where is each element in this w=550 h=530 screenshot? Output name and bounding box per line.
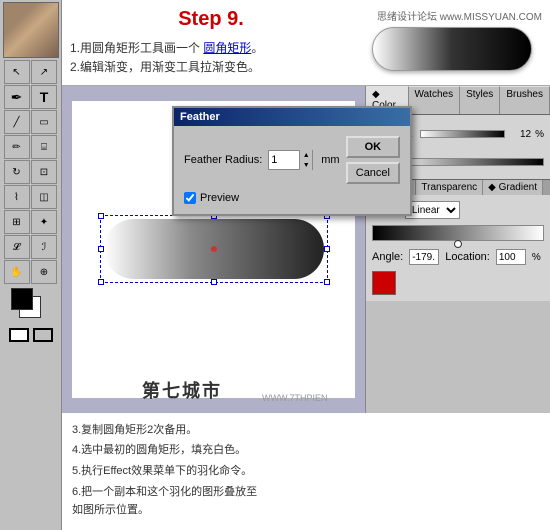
- k-slider-row: K 12 %: [406, 129, 544, 140]
- dialog-buttons: OK Cancel: [346, 136, 400, 184]
- foreground-color-box[interactable]: [11, 288, 33, 310]
- handle-mr[interactable]: [324, 246, 330, 252]
- pencil-tool[interactable]: ✏: [4, 135, 30, 159]
- angle-row: Angle: Location: %: [372, 249, 544, 265]
- fill-icon[interactable]: [9, 328, 29, 342]
- color-slider-group: K 12 %: [406, 129, 544, 142]
- direct-select-tool[interactable]: ↗: [31, 60, 57, 84]
- feather-radius-input[interactable]: [269, 154, 299, 166]
- stroke-fill-icons: [9, 328, 53, 342]
- mesh-tool[interactable]: ⊞: [4, 210, 30, 234]
- tab-gradient[interactable]: ◆ Gradient: [483, 180, 543, 195]
- angle-label: Angle:: [372, 251, 403, 263]
- gradient-red-swatch[interactable]: [372, 271, 396, 295]
- top-section: Step 9. 1.用圆角矩形工具画一个 圆角矩形。 2.编辑渐变，用渐变工具拉…: [62, 0, 550, 86]
- location-pct: %: [532, 252, 541, 263]
- canvas-url-text: WWW.7THPIEN: [262, 393, 328, 403]
- feather-dialog-body: Feather Radius: ▲ ▼ mm OK: [174, 126, 410, 214]
- canvas-area: 第七城市 WWW.7THPIEN Feather Feather Radius:: [62, 86, 365, 412]
- tab-styles[interactable]: Styles: [460, 86, 500, 114]
- warp-tool[interactable]: ⌇: [4, 185, 30, 209]
- scale-tool[interactable]: ⊡: [31, 160, 57, 184]
- location-label: Location:: [445, 251, 490, 263]
- step-text-2: 2.编辑渐变，用渐变工具拉渐变色。: [70, 58, 352, 77]
- zoom-tool[interactable]: ⊕: [31, 260, 57, 284]
- feather-unit: mm: [321, 154, 339, 166]
- feather-radius-input-group: ▲ ▼: [268, 150, 313, 170]
- bottom-section: 3.复制圆角矩形2次备用。 4.选中最初的圆角矩形，填充白色。 5.执行Effe…: [62, 413, 550, 530]
- instruction-6: 6.把一个副本和这个羽化的图形叠放至如图所示位置。: [72, 483, 540, 520]
- k-pct: %: [535, 129, 544, 140]
- handle-br[interactable]: [324, 279, 330, 285]
- gradient-swatch-row: [372, 271, 544, 295]
- brush-tool[interactable]: ⌸: [31, 135, 57, 159]
- feather-dialog-titlebar: Feather: [174, 108, 410, 126]
- step-text-1: 1.用圆角矩形工具画一个 圆角矩形。: [70, 39, 352, 58]
- arrow-tool[interactable]: ↖: [4, 60, 30, 84]
- k-slider[interactable]: [420, 130, 505, 138]
- feather-radius-label: Feather Radius:: [184, 154, 262, 166]
- feather-dialog-title: Feather: [180, 111, 220, 123]
- handle-bl[interactable]: [98, 279, 104, 285]
- cancel-button[interactable]: Cancel: [346, 162, 400, 184]
- type-tool[interactable]: T: [31, 85, 57, 109]
- tab-brushes[interactable]: Brushes: [500, 86, 550, 114]
- spinner: ▲ ▼: [299, 150, 312, 170]
- eyedropper-tool[interactable]: 𝓛: [4, 235, 30, 259]
- handle-bc[interactable]: [211, 279, 217, 285]
- avatar: [3, 2, 59, 58]
- preview-checkbox[interactable]: [184, 192, 196, 204]
- bottom-instructions: 3.复制圆角矩形2次备用。 4.选中最初的圆角矩形，填充白色。 5.执行Effe…: [62, 413, 550, 530]
- instruction-3: 3.复制圆角矩形2次备用。: [72, 421, 540, 440]
- measure-tool[interactable]: ℐ: [31, 235, 57, 259]
- blend-tool[interactable]: ✦: [31, 210, 57, 234]
- k-value: 12: [509, 129, 531, 140]
- tab-transparency[interactable]: Transparenc: [416, 180, 483, 195]
- canvas-cn-text: 第七城市: [142, 377, 222, 403]
- spinner-up[interactable]: ▲: [300, 150, 312, 160]
- rect-tool[interactable]: ▭: [31, 110, 57, 134]
- step-title: Step 9.: [70, 8, 352, 31]
- middle-section: 第七城市 WWW.7THPIEN Feather Feather Radius:: [62, 86, 550, 412]
- content-area: Step 9. 1.用圆角矩形工具画一个 圆角矩形。 2.编辑渐变，用渐变工具拉…: [62, 0, 550, 530]
- highlight-rounded-rect: 圆角矩形: [203, 41, 251, 55]
- left-toolbar: ↖ ↗ ✒ T ╱ ▭ ✏ ⌸ ↻ ⊡ ⌇ ◫ ⊞ ✦ 𝓛 ℐ ✋ ⊕: [0, 0, 62, 530]
- location-input[interactable]: [496, 249, 526, 265]
- angle-input[interactable]: [409, 249, 439, 265]
- hand-tool[interactable]: ✋: [4, 260, 30, 284]
- line-tool[interactable]: ╱: [4, 110, 30, 134]
- tool-group: ↖ ↗ ✒ T ╱ ▭ ✏ ⌸ ↻ ⊡ ⌇ ◫ ⊞ ✦ 𝓛 ℐ ✋ ⊕: [4, 60, 58, 284]
- gradient-tool[interactable]: ◫: [31, 185, 57, 209]
- color-swatch-group: [11, 288, 51, 324]
- gradient-bar[interactable]: [372, 225, 544, 241]
- instruction-5: 5.执行Effect效果菜单下的羽化命令。: [72, 462, 540, 481]
- spinner-down[interactable]: ▼: [300, 160, 312, 170]
- tab-watches[interactable]: Watches: [409, 86, 461, 114]
- handle-tl[interactable]: [98, 213, 104, 219]
- preview-row: Preview: [184, 192, 400, 204]
- ok-button[interactable]: OK: [346, 136, 400, 158]
- rotate-tool[interactable]: ↻: [4, 160, 30, 184]
- feather-radius-row: Feather Radius: ▲ ▼ mm OK: [184, 136, 400, 184]
- stroke-icon[interactable]: [33, 328, 53, 342]
- watermark-text: 思绪设计论坛 www.MISSYUAN.COM: [377, 8, 542, 23]
- handle-ml[interactable]: [98, 246, 104, 252]
- feather-dialog: Feather Feather Radius: ▲ ▼: [172, 106, 412, 216]
- preview-rounded-rect: [372, 27, 532, 71]
- type-select[interactable]: Linear Radial: [405, 201, 460, 219]
- preview-label: Preview: [200, 192, 239, 204]
- selected-object[interactable]: [104, 219, 324, 279]
- instruction-4: 4.选中最初的圆角矩形，填充白色。: [72, 441, 540, 460]
- preview-area: 思绪设计论坛 www.MISSYUAN.COM: [362, 8, 542, 71]
- pen-tool[interactable]: ✒: [4, 85, 30, 109]
- gradient-thumb[interactable]: [454, 240, 462, 248]
- step-instructions: Step 9. 1.用圆角矩形工具画一个 圆角矩形。 2.编辑渐变，用渐变工具拉…: [70, 8, 352, 77]
